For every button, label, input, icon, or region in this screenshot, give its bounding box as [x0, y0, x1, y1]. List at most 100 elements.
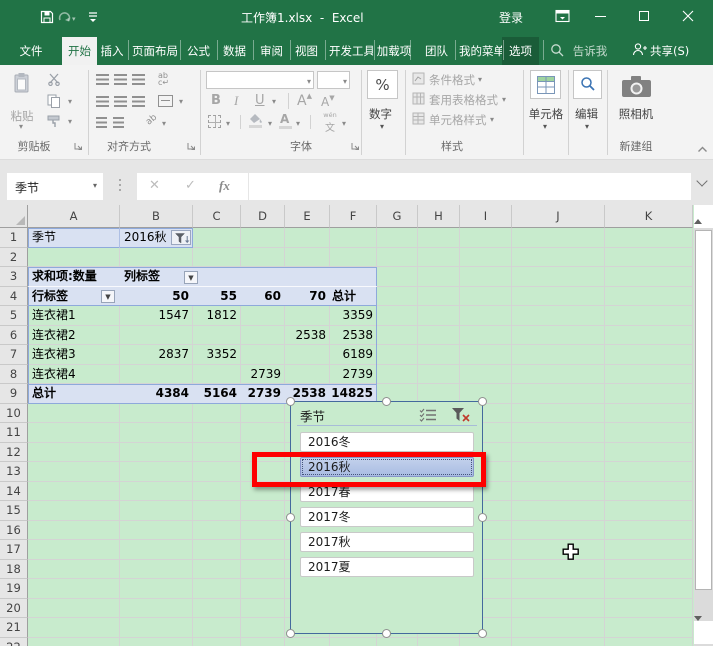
cell-A9[interactable]: 总计	[32, 384, 117, 403]
clipboard-dialog-launcher[interactable]	[74, 142, 83, 151]
phonetic-icon[interactable]: wén文	[322, 111, 338, 134]
column-header-C[interactable]: C	[193, 205, 241, 228]
sheet-grid[interactable]: ABCDEFGHIJK 1234567891011121314151617181…	[0, 205, 694, 646]
maximize-button[interactable]	[627, 0, 661, 33]
slicer-multiselect-icon[interactable]	[419, 408, 438, 422]
tab-developer[interactable]: 开发工具	[329, 37, 373, 65]
merge-center-icon[interactable]	[158, 95, 173, 107]
row-header-22[interactable]: 22	[0, 638, 28, 646]
slicer-resize-handle[interactable]	[382, 397, 391, 406]
cell-A3[interactable]: 求和项:数量	[32, 267, 120, 286]
cell-F4[interactable]: 总计	[332, 287, 376, 306]
row-header-1[interactable]: 1	[0, 228, 28, 248]
row-header-2[interactable]: 2	[0, 248, 28, 268]
increase-font-button[interactable]: A▲	[297, 92, 312, 109]
borders-dropdown-arrow[interactable]: ▾	[226, 120, 230, 128]
orientation-dropdown-arrow[interactable]: ▾	[162, 120, 166, 128]
conditional-formatting-button[interactable]: 条件格式 ▾	[412, 71, 520, 88]
insert-function-icon[interactable]: fx	[219, 178, 230, 194]
row-header-4[interactable]: 4	[0, 287, 28, 307]
cells-button[interactable]: 单元格 ▾	[528, 70, 564, 132]
tab-formulas[interactable]: 公式	[184, 37, 213, 65]
tab-file[interactable]: 文件	[10, 37, 52, 65]
column-header-B[interactable]: B	[120, 205, 193, 228]
number-format-button[interactable]: % 数字 ▾	[367, 70, 399, 132]
cell-styles-button[interactable]: 单元格样式 ▾	[412, 111, 520, 128]
font-name-combo[interactable]: ▾	[206, 71, 314, 89]
slicer-item-2017冬[interactable]: 2017冬	[300, 507, 474, 527]
row-header-17[interactable]: 17	[0, 540, 28, 560]
cell-C7[interactable]: 3352	[193, 345, 237, 364]
tab-view[interactable]: 视图	[292, 37, 321, 65]
row-header-9[interactable]: 9	[0, 384, 28, 404]
cell-F7[interactable]: 6189	[330, 345, 373, 364]
tab-team[interactable]: 团队	[422, 37, 451, 65]
underline-button[interactable]: U	[255, 93, 265, 108]
cell-E6[interactable]: 2538	[285, 326, 326, 345]
row-header-19[interactable]: 19	[0, 579, 28, 599]
slicer-resize-handle[interactable]	[286, 629, 295, 638]
cell-E4[interactable]: 70	[285, 287, 326, 306]
cell-B7[interactable]: 2837	[120, 345, 189, 364]
cell-D4[interactable]: 60	[241, 287, 281, 306]
column-header-J[interactable]: J	[512, 205, 605, 228]
orientation-icon[interactable]: ab	[144, 113, 159, 128]
font-color-icon[interactable]: A	[280, 112, 289, 126]
cell-A1[interactable]: 季节	[32, 228, 112, 247]
expand-formula-bar-icon[interactable]	[698, 177, 706, 185]
increase-indent-icon[interactable]	[113, 117, 124, 128]
scroll-down-button[interactable]	[694, 621, 713, 644]
column-header-H[interactable]: H	[418, 205, 460, 228]
close-button[interactable]	[671, 0, 705, 33]
cell-B3[interactable]: 列标签	[124, 267, 180, 286]
slicer-clear-filter-icon[interactable]	[451, 407, 471, 423]
enter-icon[interactable]: ✓	[185, 178, 196, 193]
slicer-resize-handle[interactable]	[478, 629, 487, 638]
camera-button[interactable]: 照相机	[614, 70, 658, 132]
cell-D9[interactable]: 2739	[241, 384, 281, 403]
italic-button[interactable]: I	[234, 93, 238, 109]
row-labels-dropdown[interactable]: ▼	[101, 290, 115, 303]
cell-B1[interactable]: 2016秋	[124, 228, 170, 247]
scroll-up-button[interactable]	[694, 205, 713, 228]
cell-A6[interactable]: 连衣裙2	[32, 326, 117, 345]
slicer-item-2016冬[interactable]: 2016冬	[300, 432, 474, 452]
wrap-text-icon[interactable]: abc↵	[158, 72, 169, 86]
cancel-icon[interactable]: ✕	[149, 178, 160, 193]
collapse-ribbon-icon[interactable]	[697, 145, 708, 153]
namebox-resizer-handle[interactable]	[119, 179, 121, 194]
editing-button[interactable]: 编辑 ▾	[573, 70, 603, 132]
paste-button[interactable]: 粘贴 ▾	[6, 70, 38, 132]
vertical-scrollbar[interactable]	[694, 205, 713, 646]
row-header-6[interactable]: 6	[0, 326, 28, 346]
scrollbar-thumb[interactable]	[695, 230, 712, 590]
row-header-3[interactable]: 3	[0, 267, 28, 287]
cell-C5[interactable]: 1812	[193, 306, 237, 325]
formula-input[interactable]	[249, 173, 691, 200]
slicer-resize-handle[interactable]	[478, 397, 487, 406]
cell-F5[interactable]: 3359	[330, 306, 373, 325]
tab-data[interactable]: 数据	[220, 37, 249, 65]
row-header-14[interactable]: 14	[0, 482, 28, 502]
minimize-button[interactable]	[583, 0, 617, 33]
decrease-indent-icon[interactable]	[96, 117, 107, 128]
cell-A8[interactable]: 连衣裙4	[32, 365, 117, 384]
font-size-combo[interactable]: ▾	[317, 71, 350, 89]
row-header-10[interactable]: 10	[0, 404, 28, 424]
cell-A7[interactable]: 连衣裙3	[32, 345, 117, 364]
tab-add-ins[interactable]: 加载项	[376, 37, 412, 65]
ribbon-display-options-icon[interactable]	[555, 9, 571, 24]
fill-color-dropdown-arrow[interactable]: ▾	[268, 120, 272, 128]
align-middle-icon[interactable]	[114, 74, 127, 85]
cell-C4[interactable]: 55	[193, 287, 237, 306]
cut-icon[interactable]	[47, 73, 61, 86]
tab-home[interactable]: 开始	[62, 37, 97, 65]
borders-icon[interactable]	[208, 115, 221, 128]
slicer-season[interactable]: 季节 2016冬2016秋2017春2017冬2017秋2017夏	[290, 401, 483, 634]
underline-dropdown-arrow[interactable]: ▾	[272, 98, 276, 106]
slicer-resize-handle[interactable]	[286, 513, 295, 522]
tab-slicer-options[interactable]: 选项	[502, 37, 539, 65]
quick-access-customize-icon[interactable]	[87, 10, 99, 23]
row-header-13[interactable]: 13	[0, 462, 28, 482]
font-dialog-launcher[interactable]	[351, 142, 360, 151]
